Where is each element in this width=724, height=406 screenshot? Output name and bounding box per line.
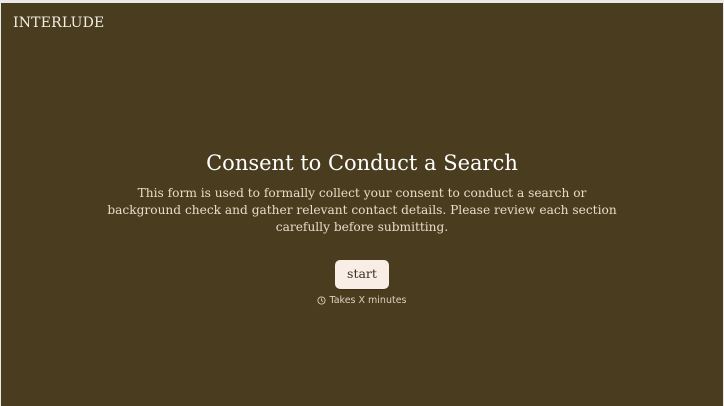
duration-text: Takes X minutes <box>329 295 407 306</box>
intro-screen: INTERLUDE Consent to Conduct a Search Th… <box>1 3 723 406</box>
form-title: Consent to Conduct a Search <box>206 151 518 175</box>
intro-content: Consent to Conduct a Search This form is… <box>1 149 723 309</box>
form-description: This form is used to formally collect yo… <box>107 186 617 234</box>
brand-logo: INTERLUDE <box>13 15 105 31</box>
start-button[interactable]: start <box>335 260 389 289</box>
duration-info: Takes X minutes <box>1 295 723 309</box>
clock-icon <box>317 296 327 309</box>
